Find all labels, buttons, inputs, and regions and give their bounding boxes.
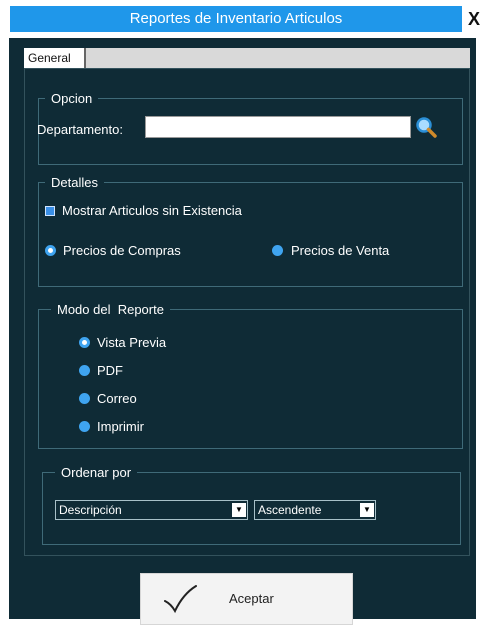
radio-pdf[interactable] (79, 365, 90, 376)
radio-pdf-label: PDF (97, 363, 123, 378)
general-panel: Opcion Departamento: Detalles Mostrar Ar… (24, 68, 470, 556)
radio-correo[interactable] (79, 393, 90, 404)
order-field-value: Descripción (59, 503, 122, 517)
order-direction-select[interactable]: Ascendente ▼ (254, 500, 376, 520)
window-title: Reportes de Inventario Articulos (129, 10, 343, 27)
departamento-label: Departamento: (37, 122, 123, 137)
radio-precios-venta-label: Precios de Venta (291, 243, 390, 258)
radio-precios-compras-label: Precios de Compras (63, 243, 181, 258)
chevron-down-icon[interactable]: ▼ (232, 503, 246, 517)
tab-general[interactable]: General (24, 48, 86, 68)
tab-bar (24, 48, 470, 68)
checkmark-icon (164, 585, 197, 614)
title-bar: Reportes de Inventario Articulos X (0, 0, 485, 38)
radio-precios-venta[interactable] (272, 245, 283, 256)
radio-vista-previa[interactable] (79, 337, 90, 348)
radio-vista-previa-label: Vista Previa (97, 335, 167, 350)
search-icon[interactable] (415, 116, 437, 138)
chevron-down-icon[interactable]: ▼ (360, 503, 374, 517)
radio-correo-label: Correo (97, 391, 137, 406)
order-direction-value: Ascendente (258, 503, 322, 517)
report-window: Reportes de Inventario Articulos X Gener… (0, 0, 485, 631)
legend-detalles: Detalles (45, 175, 104, 190)
frame-left (0, 38, 9, 631)
radio-imprimir[interactable] (79, 421, 90, 432)
legend-opcion: Opcion (45, 91, 99, 106)
accept-button-label: Aceptar (229, 591, 274, 606)
show-no-stock-checkbox[interactable] (45, 206, 55, 216)
legend-modo-reporte: Modo del Reporte (51, 302, 170, 317)
show-no-stock-label: Mostrar Articulos sin Existencia (62, 203, 242, 218)
order-field-select[interactable]: Descripción ▼ (55, 500, 248, 520)
legend-ordenar-por: Ordenar por (55, 465, 138, 480)
frame-right (476, 38, 485, 631)
radio-imprimir-label: Imprimir (97, 419, 144, 434)
radio-precios-compras[interactable] (45, 245, 56, 256)
close-icon[interactable]: X (464, 6, 484, 32)
departamento-input[interactable] (145, 116, 411, 138)
accept-button[interactable]: Aceptar (140, 573, 353, 625)
group-detalles: Detalles (38, 175, 463, 287)
